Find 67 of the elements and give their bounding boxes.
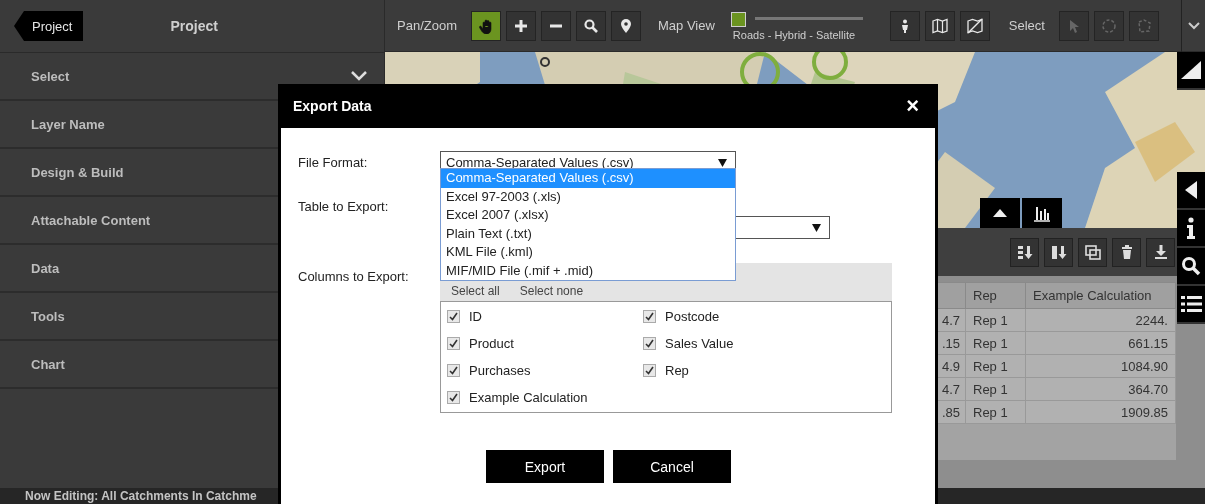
- checkbox-label: Product: [469, 336, 514, 351]
- table-cell: 4.7: [941, 312, 960, 328]
- map-pin-icon[interactable]: [611, 10, 641, 41]
- slider-thumb[interactable]: [730, 11, 746, 27]
- copy-icon[interactable]: [1078, 237, 1107, 267]
- table-cell: 661.15: [1025, 331, 1176, 355]
- checkbox[interactable]: [643, 310, 656, 323]
- list-icon[interactable]: [1177, 286, 1205, 324]
- table-cell: 1909.85: [1025, 400, 1176, 424]
- toolbar-label: Select: [1008, 18, 1045, 33]
- table-cell: 1084.90: [1025, 354, 1176, 378]
- checkbox-label: Purchases: [469, 363, 531, 378]
- back-button[interactable]: Project: [14, 11, 84, 41]
- crossed-map-icon[interactable]: [959, 10, 990, 41]
- toolbar-label: Map View: [658, 18, 715, 33]
- triangle-up-icon[interactable]: [980, 198, 1020, 228]
- dialog-button[interactable]: Cancel: [613, 450, 731, 483]
- checkbox-label: Example Calculation: [469, 390, 588, 405]
- search-icon[interactable]: [1177, 248, 1205, 286]
- dropdown-option[interactable]: Plain Text (.txt): [441, 224, 735, 243]
- checkbox[interactable]: [447, 391, 460, 404]
- checkbox-label: Postcode: [665, 309, 720, 324]
- table-cell: 364.70: [1025, 377, 1176, 401]
- triangle-left-icon[interactable]: [1177, 172, 1205, 210]
- dropdown-option[interactable]: MIF/MID File (.mif + .mid): [441, 261, 735, 280]
- checkbox[interactable]: [447, 310, 460, 323]
- field-label: File Format:: [298, 155, 369, 170]
- dropdown-option[interactable]: Excel 97-2003 (.xls): [441, 187, 735, 206]
- close-button[interactable]: ×: [906, 95, 919, 117]
- caret-icon: [812, 223, 821, 232]
- info-icon[interactable]: [1177, 210, 1205, 248]
- toolbar-label: Pan/Zoom: [397, 18, 457, 33]
- bar-chart-icon[interactable]: [1022, 198, 1062, 228]
- dropdown-option[interactable]: Excel 2007 (.xlsx): [441, 206, 735, 225]
- column-header[interactable]: Rep: [965, 282, 1026, 309]
- minus-icon[interactable]: [541, 10, 571, 41]
- checkbox[interactable]: [643, 364, 656, 377]
- dropdown-option[interactable]: KML File (.kml): [441, 243, 735, 262]
- download-icon[interactable]: [1146, 237, 1175, 267]
- checkbox-label: Sales Value: [665, 336, 734, 351]
- table-cell: 4.9: [941, 358, 960, 374]
- dialog-button[interactable]: Export: [486, 450, 604, 483]
- dialog-title: Export Data: [293, 98, 372, 114]
- figure-icon[interactable]: [889, 10, 920, 41]
- table-cell: .15: [941, 335, 960, 351]
- search-icon[interactable]: [576, 10, 606, 41]
- select-all-link[interactable]: Select all: [451, 284, 500, 298]
- sort-columns-icon[interactable]: [1044, 237, 1073, 267]
- table-cell: 2244.: [1025, 308, 1176, 332]
- plus-icon[interactable]: [506, 10, 536, 41]
- table-cell: 4.7: [941, 381, 960, 397]
- select-none-link[interactable]: Select none: [519, 284, 584, 298]
- folded-map-icon[interactable]: [924, 10, 955, 41]
- hand-icon[interactable]: [471, 10, 501, 41]
- checkbox-label: Rep: [665, 363, 689, 378]
- table-cell: .85: [941, 404, 960, 420]
- checkbox-label: ID: [469, 309, 482, 324]
- checkbox[interactable]: [447, 364, 460, 377]
- trash-icon[interactable]: [1112, 237, 1141, 267]
- checkbox[interactable]: [643, 337, 656, 350]
- slider-caption: Roads - Hybrid - Satellite: [732, 28, 856, 41]
- sort-rows-icon[interactable]: [1010, 237, 1039, 267]
- column-header[interactable]: Example Calculation: [1025, 282, 1176, 309]
- chevron-down-icon: [350, 70, 368, 82]
- map-view-slider[interactable]: [730, 11, 863, 26]
- checkbox[interactable]: [447, 337, 460, 350]
- sidebar-title: Project: [170, 18, 218, 34]
